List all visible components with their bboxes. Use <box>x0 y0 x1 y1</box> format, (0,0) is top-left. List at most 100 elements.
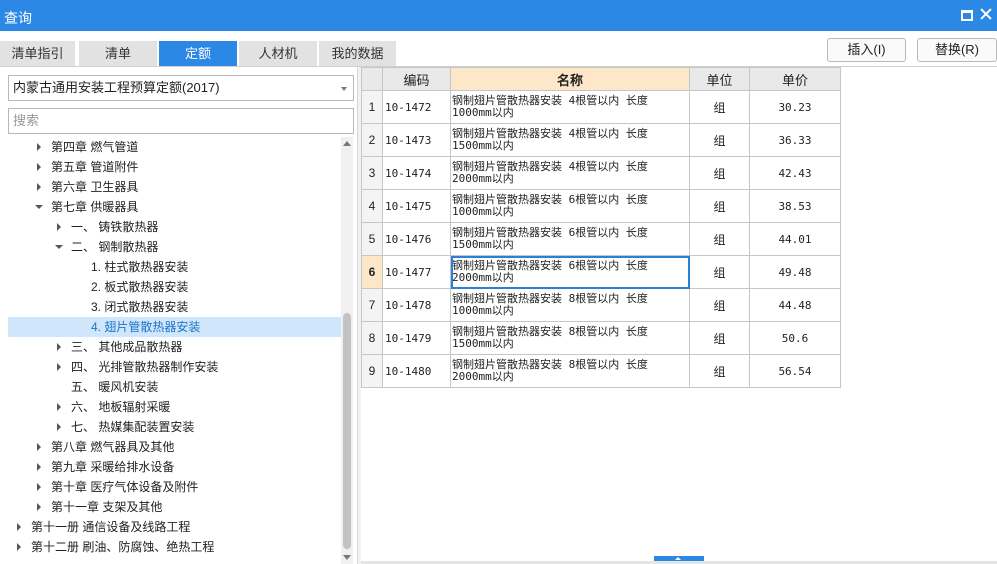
tree-item[interactable]: 一、 铸铁散热器 <box>8 217 341 237</box>
tree-item[interactable]: 3. 闭式散热器安装 <box>8 297 341 317</box>
tree-item[interactable]: 第十一册 通信设备及线路工程 <box>8 517 341 537</box>
code-cell[interactable]: 10-1478 <box>382 288 451 322</box>
header-price[interactable]: 单价 <box>749 67 841 91</box>
unit-cell[interactable]: 组 <box>689 354 750 388</box>
table-row[interactable]: 9 10-1480 钢制翅片管散热器安装 8根管以内 长度 2000mm以内组 56.5… <box>361 354 841 388</box>
tab-list-guide[interactable]: 清单指引 <box>0 41 75 66</box>
search-input[interactable]: 搜索 <box>8 108 354 134</box>
header-name[interactable]: 名称 <box>450 67 690 91</box>
tree-item[interactable]: 四、 光排管散热器制作安装 <box>8 357 341 377</box>
code-cell[interactable]: 10-1474 <box>382 156 451 190</box>
expand-right-icon[interactable] <box>54 337 64 357</box>
tree-item[interactable]: 二、 钢制散热器 <box>8 237 341 257</box>
expand-right-icon[interactable] <box>54 397 64 417</box>
table-row[interactable]: 1 10-1472 钢制翅片管散热器安装 4根管以内 长度 1000mm以内组 30.2… <box>361 90 841 124</box>
price-cell[interactable]: 38.53 <box>749 189 841 223</box>
tree-item[interactable]: 第六章 卫生器具 <box>8 177 341 197</box>
code-cell[interactable]: 10-1477 <box>382 255 451 289</box>
name-cell[interactable]: 钢制翅片管散热器安装 4根管以内 长度 2000mm以内 <box>450 156 690 190</box>
expand-right-icon[interactable] <box>34 137 44 157</box>
table-row[interactable]: 4 10-1475 钢制翅片管散热器安装 6根管以内 长度 1000mm以内组 38.5… <box>361 189 841 223</box>
table-row[interactable]: 7 10-1478 钢制翅片管散热器安装 8根管以内 长度 1000mm以内组 44.4… <box>361 288 841 322</box>
unit-cell[interactable]: 组 <box>689 156 750 190</box>
tree-item[interactable]: 六、 地板辐射采暖 <box>8 397 341 417</box>
unit-cell[interactable]: 组 <box>689 321 750 355</box>
price-cell[interactable]: 49.48 <box>749 255 841 289</box>
tree-item[interactable]: 三、 其他成品散热器 <box>8 337 341 357</box>
row-index[interactable]: 8 <box>361 321 383 355</box>
price-cell[interactable]: 36.33 <box>749 123 841 157</box>
header-code[interactable]: 编码 <box>382 67 451 91</box>
unit-cell[interactable]: 组 <box>689 222 750 256</box>
tree-item[interactable]: 4. 翅片管散热器安装 <box>8 317 341 337</box>
code-cell[interactable]: 10-1473 <box>382 123 451 157</box>
row-index[interactable]: 9 <box>361 354 383 388</box>
table-row[interactable]: 3 10-1474 钢制翅片管散热器安装 4根管以内 长度 2000mm以内组 42.4… <box>361 156 841 190</box>
row-index[interactable]: 2 <box>361 123 383 157</box>
expand-right-icon[interactable] <box>34 157 44 177</box>
unit-cell[interactable]: 组 <box>689 189 750 223</box>
tree-item[interactable]: 第十一章 支架及其他 <box>8 497 341 517</box>
tree-item[interactable]: 第五章 管道附件 <box>8 157 341 177</box>
unit-cell[interactable]: 组 <box>689 255 750 289</box>
table-row[interactable]: 8 10-1479 钢制翅片管散热器安装 8根管以内 长度 1500mm以内组 50.6 <box>361 321 841 355</box>
name-cell[interactable]: 钢制翅片管散热器安装 6根管以内 长度 2000mm以内 <box>450 255 690 289</box>
expand-right-icon[interactable] <box>54 417 64 437</box>
expand-right-icon[interactable] <box>34 477 44 497</box>
row-index[interactable]: 1 <box>361 90 383 124</box>
table-row[interactable]: 2 10-1473 钢制翅片管散热器安装 4根管以内 长度 1500mm以内组 36.3… <box>361 123 841 157</box>
name-cell[interactable]: 钢制翅片管散热器安装 4根管以内 长度 1000mm以内 <box>450 90 690 124</box>
expand-right-icon[interactable] <box>14 517 24 537</box>
tab-my-data[interactable]: 我的数据 <box>319 41 396 66</box>
maximize-icon[interactable] <box>959 7 973 21</box>
expand-right-icon[interactable] <box>14 537 24 557</box>
name-cell[interactable]: 钢制翅片管散热器安装 6根管以内 长度 1000mm以内 <box>450 189 690 223</box>
expand-right-icon[interactable] <box>34 497 44 517</box>
code-cell[interactable]: 10-1479 <box>382 321 451 355</box>
code-cell[interactable]: 10-1472 <box>382 90 451 124</box>
table-row[interactable]: 6 10-1477 钢制翅片管散热器安装 6根管以内 长度 2000mm以内组 49.4… <box>361 255 841 289</box>
tab-quota[interactable]: 定额 <box>159 41 237 66</box>
name-cell[interactable]: 钢制翅片管散热器安装 8根管以内 长度 1500mm以内 <box>450 321 690 355</box>
table-row[interactable]: 5 10-1476 钢制翅片管散热器安装 6根管以内 长度 1500mm以内组 44.0… <box>361 222 841 256</box>
name-cell[interactable]: 钢制翅片管散热器安装 8根管以内 长度 2000mm以内 <box>450 354 690 388</box>
code-cell[interactable]: 10-1475 <box>382 189 451 223</box>
price-cell[interactable]: 30.23 <box>749 90 841 124</box>
row-index[interactable]: 7 <box>361 288 383 322</box>
tree-item[interactable]: 第九章 采暖给排水设备 <box>8 457 341 477</box>
tree-item[interactable]: 1. 柱式散热器安装 <box>8 257 341 277</box>
tree-item[interactable]: 五、 暖风机安装 <box>8 377 341 397</box>
code-cell[interactable]: 10-1476 <box>382 222 451 256</box>
price-cell[interactable]: 56.54 <box>749 354 841 388</box>
unit-cell[interactable]: 组 <box>689 90 750 124</box>
tree-item[interactable]: 第七章 供暖器具 <box>8 197 341 217</box>
unit-cell[interactable]: 组 <box>689 288 750 322</box>
row-index[interactable]: 6 <box>361 255 383 289</box>
expand-right-icon[interactable] <box>54 357 64 377</box>
close-icon[interactable] <box>979 7 993 21</box>
price-cell[interactable]: 50.6 <box>749 321 841 355</box>
row-index[interactable]: 5 <box>361 222 383 256</box>
tab-list[interactable]: 清单 <box>79 41 157 66</box>
tree-item[interactable]: 第八章 燃气器具及其他 <box>8 437 341 457</box>
price-cell[interactable]: 44.48 <box>749 288 841 322</box>
tree-item[interactable]: 第四章 燃气管道 <box>8 137 341 157</box>
expand-right-icon[interactable] <box>34 437 44 457</box>
tree-scrollbar[interactable] <box>341 137 353 564</box>
scroll-down-icon[interactable] <box>343 555 351 560</box>
header-unit[interactable]: 单位 <box>689 67 750 91</box>
tab-labor-material-machine[interactable]: 人材机 <box>239 41 317 66</box>
price-cell[interactable]: 44.01 <box>749 222 841 256</box>
tree-item[interactable]: 2. 板式散热器安装 <box>8 277 341 297</box>
row-index[interactable]: 3 <box>361 156 383 190</box>
expand-down-icon[interactable] <box>34 197 44 217</box>
unit-cell[interactable]: 组 <box>689 123 750 157</box>
tree-item[interactable]: 第十章 医疗气体设备及附件 <box>8 477 341 497</box>
quota-library-select[interactable]: 内蒙古通用安装工程预算定额(2017) <box>8 75 354 101</box>
price-cell[interactable]: 42.43 <box>749 156 841 190</box>
expand-down-icon[interactable] <box>54 237 64 257</box>
name-cell[interactable]: 钢制翅片管散热器安装 8根管以内 长度 1000mm以内 <box>450 288 690 322</box>
insert-button[interactable]: 插入(I) <box>827 38 906 62</box>
name-cell[interactable]: 钢制翅片管散热器安装 6根管以内 长度 1500mm以内 <box>450 222 690 256</box>
row-index[interactable]: 4 <box>361 189 383 223</box>
